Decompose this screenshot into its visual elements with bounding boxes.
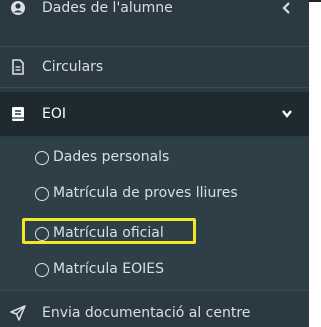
submenu-item-label: Dades personals [53, 149, 170, 165]
highlight-box [22, 218, 196, 244]
circle-icon [35, 187, 49, 201]
sidebar-item-label: Circulars [42, 59, 104, 75]
eoi-submenu: Dades personals Matrícula de proves lliu… [0, 137, 309, 290]
sidebar-item-label: EOI [42, 106, 66, 122]
sidebar-item-label: Dades de l'alumne [42, 0, 173, 16]
divider [0, 87, 309, 88]
submenu-item-matricula-proves-lliures[interactable]: Matrícula de proves lliures [0, 180, 309, 210]
submenu-item-label: Matrícula de proves lliures [53, 185, 238, 201]
content-edge [309, 0, 321, 327]
document-icon [12, 59, 24, 75]
divider [0, 290, 309, 291]
divider [309, 0, 321, 2]
circle-icon [35, 151, 49, 165]
book-icon [12, 107, 24, 121]
sidebar: Dades de l'alumne Circulars EOI Dades pe… [0, 0, 309, 327]
sidebar-item-dades-alumne[interactable]: Dades de l'alumne [0, 0, 309, 24]
submenu-item-label: Matrícula EOIES [53, 261, 165, 277]
user-circle-icon [11, 1, 25, 15]
divider [0, 46, 309, 47]
submenu-item-dades-personals[interactable]: Dades personals [0, 144, 309, 174]
submenu-item-matricula-eoies[interactable]: Matrícula EOIES [0, 256, 309, 286]
chevron-down-icon[interactable] [281, 107, 293, 121]
sidebar-item-label: Envia documentació al centre [42, 305, 251, 321]
sidebar-item-envia-documentacio[interactable]: Envia documentació al centre [0, 297, 309, 327]
circle-icon [35, 263, 49, 277]
chevron-left-icon[interactable] [281, 1, 293, 15]
send-icon [10, 305, 26, 321]
sidebar-item-eoi[interactable]: EOI [0, 92, 309, 136]
sidebar-item-circulars[interactable]: Circulars [0, 51, 309, 83]
